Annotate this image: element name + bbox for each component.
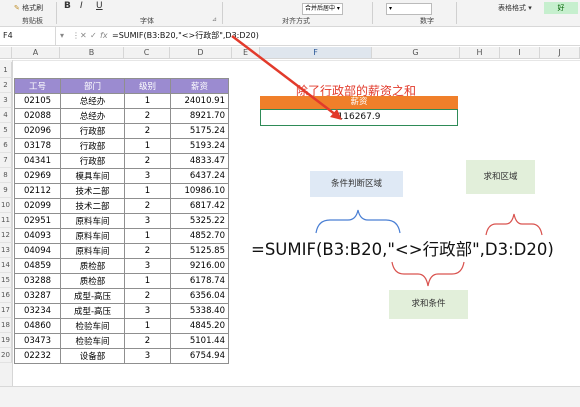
pointer-arrow — [231, 35, 341, 119]
annotation-overlay — [231, 35, 543, 287]
criteria-brace — [391, 261, 465, 287]
criteria-range-brace — [315, 209, 401, 234]
sum-range-brace — [485, 213, 543, 236]
sheet-tabs-bar — [0, 386, 580, 407]
